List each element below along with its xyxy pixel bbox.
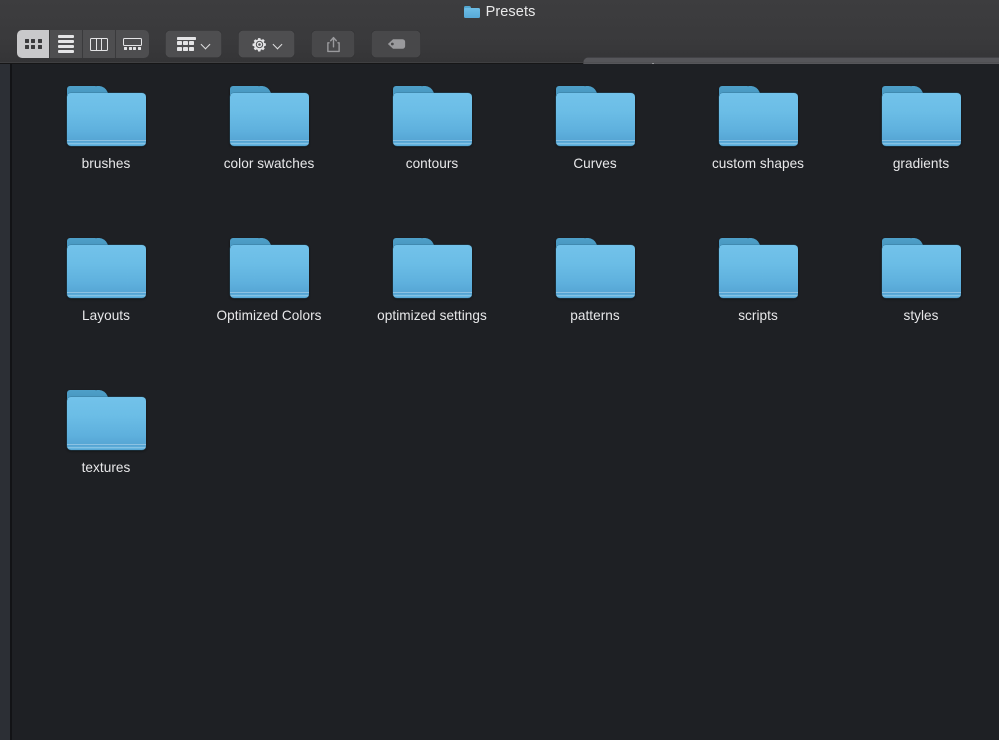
file-item[interactable]: color swatches xyxy=(188,86,351,238)
action-menu-button[interactable] xyxy=(238,30,295,58)
gallery-view-button[interactable] xyxy=(116,30,149,58)
columns-icon xyxy=(90,37,108,51)
file-item[interactable]: contours xyxy=(351,86,514,238)
file-label: textures xyxy=(81,460,131,475)
finder-window: Presets brushes color swatches contours … xyxy=(0,0,999,740)
page-title: Presets xyxy=(485,4,536,20)
file-item[interactable]: patterns xyxy=(514,238,677,390)
folder-icon xyxy=(392,86,472,146)
folder-icon xyxy=(66,238,146,298)
file-item[interactable]: gradients xyxy=(840,86,999,238)
folder-icon xyxy=(881,86,961,146)
file-label: color swatches xyxy=(223,156,315,171)
window-titlebar: Presets xyxy=(0,0,999,83)
grid-header-icon xyxy=(177,36,196,52)
file-label: gradients xyxy=(892,156,950,171)
file-label: brushes xyxy=(81,156,131,171)
icon-view-button[interactable] xyxy=(17,30,50,58)
folder-icon xyxy=(555,86,635,146)
file-item[interactable]: custom shapes xyxy=(677,86,840,238)
file-item[interactable]: Optimized Colors xyxy=(188,238,351,390)
file-label: Layouts xyxy=(82,308,130,323)
file-item[interactable]: scripts xyxy=(677,238,840,390)
file-item[interactable]: brushes xyxy=(25,86,188,238)
folder-icon xyxy=(718,86,798,146)
file-label: custom shapes xyxy=(711,156,805,171)
file-label: styles xyxy=(903,308,939,323)
folder-icon xyxy=(229,86,309,146)
gallery-icon xyxy=(123,37,142,51)
file-label: contours xyxy=(405,156,459,171)
folder-icon xyxy=(718,238,798,298)
folder-icon xyxy=(66,86,146,146)
file-label: optimized settings xyxy=(377,308,487,323)
file-item[interactable]: Curves xyxy=(514,86,677,238)
sidebar xyxy=(0,64,10,740)
toolbar: Search xyxy=(0,27,999,83)
list-icon xyxy=(58,35,74,53)
share-button[interactable] xyxy=(311,30,355,58)
file-label: Curves xyxy=(573,156,617,171)
window-title-row: Presets xyxy=(0,0,999,24)
view-mode-segmented-control[interactable] xyxy=(17,30,149,58)
file-item[interactable]: textures xyxy=(25,390,188,542)
tag-icon xyxy=(387,39,405,49)
folder-icon xyxy=(555,238,635,298)
chevron-down-icon xyxy=(201,40,210,49)
tags-button[interactable] xyxy=(371,30,421,58)
share-icon xyxy=(326,36,340,52)
list-view-button[interactable] xyxy=(50,30,83,58)
arrange-by-button[interactable] xyxy=(165,30,222,58)
folder-icon xyxy=(66,390,146,450)
file-label: scripts xyxy=(738,308,778,323)
file-label: Optimized Colors xyxy=(216,308,322,323)
file-grid: brushes color swatches contours Curves custo… xyxy=(12,64,999,542)
gear-icon xyxy=(252,37,266,51)
file-browser-content: brushes color swatches contours Curves custo… xyxy=(11,64,999,740)
file-item[interactable]: optimized settings xyxy=(351,238,514,390)
folder-icon xyxy=(881,238,961,298)
file-label: patterns xyxy=(570,308,620,323)
file-item[interactable]: styles xyxy=(840,238,999,390)
folder-icon xyxy=(392,238,472,298)
chevron-down-icon xyxy=(273,40,282,49)
folder-icon xyxy=(229,238,309,298)
grid-icon xyxy=(24,38,42,50)
folder-icon xyxy=(463,5,480,19)
file-item[interactable]: Layouts xyxy=(25,238,188,390)
column-view-button[interactable] xyxy=(83,30,116,58)
